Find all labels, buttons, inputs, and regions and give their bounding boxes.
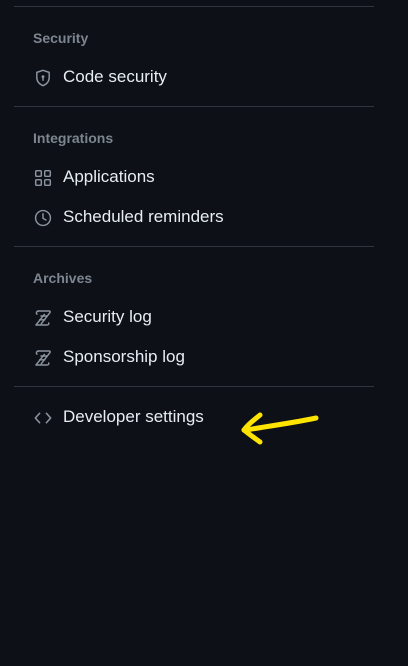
section-divider [14, 106, 374, 107]
sidebar-item-security-log[interactable]: Security log [14, 301, 374, 333]
sidebar-item-code-security[interactable]: Code security [14, 61, 374, 93]
section-divider [14, 246, 374, 247]
sidebar-item-scheduled-reminders[interactable]: Scheduled reminders [14, 201, 374, 233]
section-divider [14, 386, 374, 387]
sidebar-item-label: Security log [63, 307, 152, 326]
shield-lock-icon [34, 69, 52, 87]
section-heading-security: Security [33, 30, 89, 46]
sidebar-item-label: Developer settings [63, 407, 204, 426]
sidebar-item-label: Sponsorship log [63, 347, 185, 366]
sidebar-item-label: Scheduled reminders [63, 207, 224, 226]
section-heading-integrations: Integrations [33, 130, 114, 146]
log-icon [34, 349, 52, 367]
sidebar-item-label: Code security [63, 67, 167, 86]
section-heading-archives: Archives [33, 270, 93, 286]
clock-icon [34, 209, 52, 227]
apps-icon [34, 169, 52, 187]
code-icon [34, 409, 52, 427]
sidebar-item-sponsorship-log[interactable]: Sponsorship log [14, 341, 374, 373]
sidebar-item-label: Applications [63, 167, 155, 186]
sidebar-item-applications[interactable]: Applications [14, 161, 374, 193]
log-icon [34, 309, 52, 327]
section-divider [14, 6, 374, 7]
arrow-annotation-icon [241, 412, 319, 445]
